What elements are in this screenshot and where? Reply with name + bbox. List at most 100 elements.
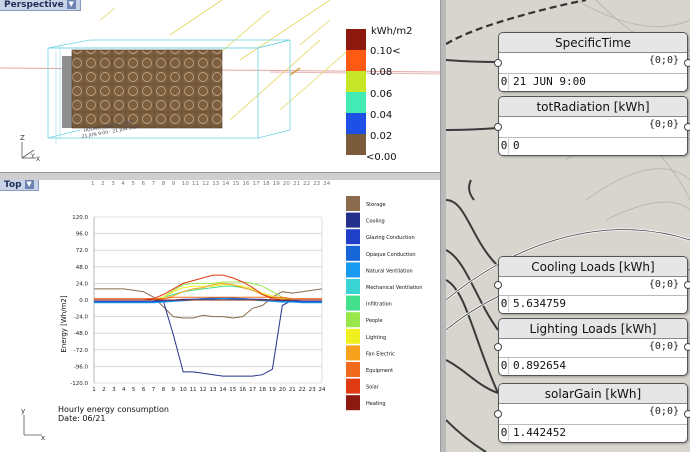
x-tick-label: 3 [112, 387, 116, 393]
legend-swatch [346, 229, 360, 245]
legend-swatch [346, 245, 360, 261]
input-grip[interactable] [494, 123, 502, 131]
x-tick-label: 1 [92, 387, 96, 393]
x-tick-label: 12 [200, 387, 207, 393]
legend-swatch [346, 345, 360, 361]
legend-label: Glazing Conduction [366, 235, 415, 241]
y-tick-label: -96.0 [74, 364, 89, 370]
panel-row-index: 0 [500, 296, 509, 312]
panel-row-index: 0 [500, 425, 509, 441]
x-tick-label: 15 [229, 387, 236, 393]
panel-data-row: 0 1.442452 [499, 424, 687, 441]
x-tick-label: 13 [209, 387, 216, 393]
panel-row-value: 21 JUN 9:00 [513, 75, 586, 88]
legend-swatch [346, 262, 360, 278]
panel-title: totRadiation [kWh] [499, 97, 687, 117]
radiation-legend-label: 0.10< [370, 46, 401, 57]
panel-lighting-loads[interactable]: Lighting Loads [kWh] {0;0} 0 0.892654 [494, 318, 690, 376]
panel-path: {0;0} [648, 341, 679, 352]
x-tick-label: 24 [319, 387, 326, 393]
panel-title: Cooling Loads [kWh] [499, 257, 687, 277]
legend-swatch [346, 279, 360, 294]
input-grip[interactable] [494, 281, 502, 289]
legend-swatch [346, 212, 360, 228]
grasshopper-canvas[interactable]: SpecificTime {0;0} 0 21 JUN 9:00 totRadia… [446, 0, 690, 452]
output-grip[interactable] [684, 281, 690, 289]
top-axis-x-label: x [41, 434, 45, 442]
legend-label: Infiltration [366, 302, 392, 308]
x-tick-label: 4 [122, 387, 126, 393]
chart-footer: Hourly energy consumption Date: 06/21 [58, 405, 169, 423]
panel-data-row: 00 [499, 137, 687, 154]
panel-solar-gain[interactable]: solarGain [kWh] {0;0} 0 1.442452 [494, 383, 690, 443]
series-line [94, 299, 322, 377]
x-tick-label: 16 [239, 387, 246, 393]
x-tick-label: 11 [190, 387, 197, 393]
radiation-legend-title: kWh/m2 [371, 26, 413, 37]
legend-swatch [346, 378, 360, 394]
panel-cooling-loads[interactable]: Cooling Loads [kWh] {0;0} 0 5.634759 [494, 256, 690, 314]
legend-label: Natural Ventilation [366, 268, 413, 274]
radiation-legend-label: <0.00 [366, 152, 397, 163]
x-tick-label: 2 [102, 387, 106, 393]
radiation-legend-label: 0.08 [370, 67, 393, 78]
y-tick-label: -48.0 [74, 331, 89, 337]
radiation-legend-swatch [346, 134, 366, 155]
perspective-viewport[interactable]: Perspective ▼ HOURLY_SOLAR_LOAD 21 JUN 9… [0, 0, 440, 173]
x-tick-label: 14 [219, 387, 226, 393]
radiation-legend-swatch [346, 92, 366, 113]
legend-swatch [346, 328, 360, 344]
panel-data-row: 0 0.892654 [499, 357, 687, 374]
x-tick-label: 8 [162, 387, 166, 393]
x-tick-label: 5 [132, 387, 136, 393]
legend-swatch [346, 312, 360, 328]
x-tick-label: 10 [180, 387, 187, 393]
y-axis-label: Energy [Wh/m2] [60, 295, 68, 352]
legend-label: Lighting [366, 335, 386, 341]
panel-specific-time[interactable]: SpecificTime {0;0} 0 21 JUN 9:00 [494, 32, 690, 92]
input-grip[interactable] [494, 59, 502, 67]
panel-path: {0;0} [648, 406, 679, 417]
legend-label: Opaque Conduction [366, 252, 416, 258]
radiation-legend-swatch [346, 113, 366, 134]
radiation-legend-label: 0.02 [370, 131, 393, 142]
panel-tot-radiation[interactable]: totRadiation [kWh] {0;0} 00 [494, 96, 690, 156]
panel-row-value: 0.892654 [513, 359, 566, 372]
input-grip[interactable] [494, 343, 502, 351]
series-line [94, 288, 323, 319]
y-tick-label: 72.0 [76, 248, 89, 254]
panel-row-index: 0 [500, 358, 509, 374]
x-tick-label: 9 [172, 387, 176, 393]
panel-title: solarGain [kWh] [499, 384, 687, 404]
radiation-legend-swatch [346, 50, 366, 71]
panel-path: {0;0} [648, 119, 679, 130]
panel-data-row: 0 5.634759 [499, 295, 687, 312]
radiation-legend-label: 0.04 [370, 110, 393, 121]
output-grip[interactable] [684, 123, 690, 131]
panel-path: {0;0} [648, 55, 679, 66]
x-tick-label: 19 [269, 387, 276, 393]
legend-label: People [366, 318, 383, 324]
output-grip[interactable] [684, 410, 690, 418]
legend-swatch [346, 295, 360, 311]
legend-swatch [346, 196, 360, 211]
x-tick-label: 21 [289, 387, 296, 393]
input-grip[interactable] [494, 410, 502, 418]
x-tick-label: 18 [259, 387, 266, 393]
panel-row-value: 5.634759 [513, 297, 566, 310]
x-tick-label: 20 [279, 387, 286, 393]
legend-label: Equipment [366, 368, 393, 374]
legend-swatch [346, 362, 360, 377]
y-tick-label: -120.0 [70, 381, 88, 387]
y-tick-label: -24.0 [74, 315, 89, 321]
series-line [94, 274, 322, 301]
x-tick-label: 22 [299, 387, 306, 393]
axis-y-label: Y [30, 153, 35, 160]
viewport-divider[interactable] [0, 173, 440, 180]
output-grip[interactable] [684, 59, 690, 67]
panel-title: Lighting Loads [kWh] [499, 319, 687, 339]
radiation-legend-label: 0.06 [370, 89, 393, 100]
y-tick-label: 120.0 [72, 215, 88, 221]
output-grip[interactable] [684, 343, 690, 351]
top-viewport[interactable]: Top ▼ 1 2 3 4 5 6 7 8 9 10 11 12 13 14 15 16 17 18 19 20 21 22… [0, 180, 440, 452]
